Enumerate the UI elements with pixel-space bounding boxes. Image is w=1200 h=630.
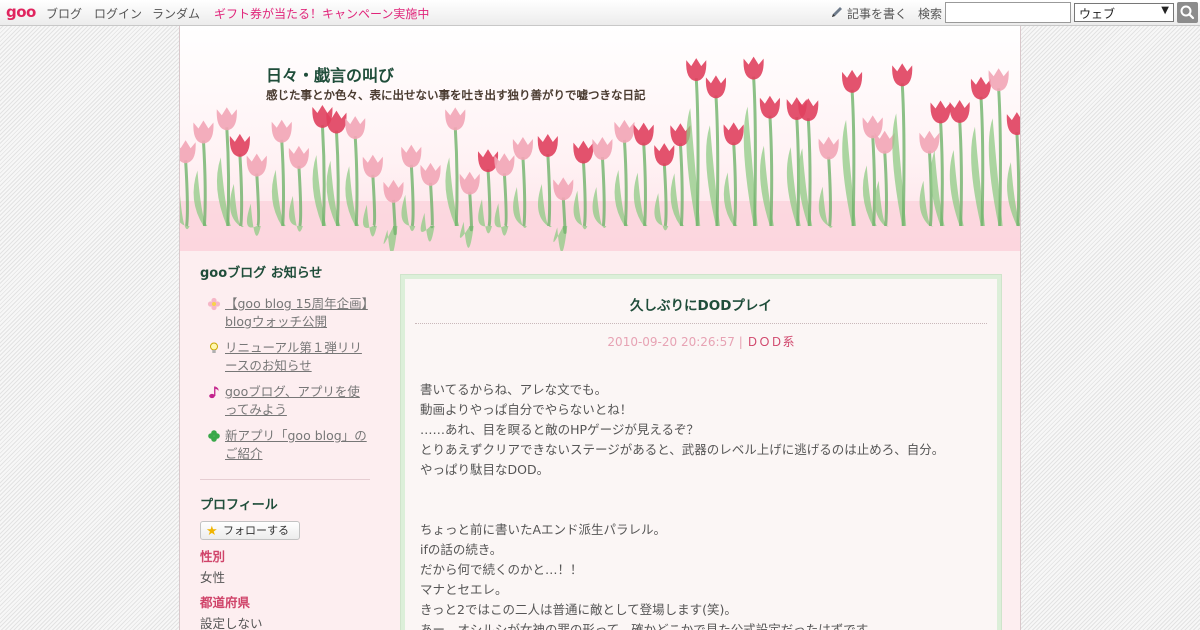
toplink-random[interactable]: ランダム (152, 5, 200, 22)
lightbulb-icon (210, 342, 218, 353)
post-title[interactable]: 久しぶりにDODプレイ (405, 294, 997, 314)
profile-gender-value: 女性 (200, 570, 226, 585)
post-line: きっと2ではこの二人は普通に敵として登場します(笑)。 (420, 602, 737, 617)
post-line: ifの話の続き。 (420, 542, 503, 557)
search-icon (1180, 5, 1195, 20)
follow-button[interactable]: ★ フォローする (200, 521, 300, 540)
post-category-link[interactable]: ＤＯＤ系 (747, 335, 795, 349)
profile-heading: プロフィール (200, 498, 278, 513)
search-scope-value: ウェブ (1079, 7, 1116, 21)
blog-description: 感じた事とか色々、表に出せない事を吐き出す独り善がりで嘘つきな日記 (266, 88, 646, 102)
divider (415, 323, 987, 324)
meta-separator: | (734, 335, 747, 349)
list-item: 新アプリ「goo blog」のご紹介 (200, 427, 372, 463)
post-meta: 2010-09-20 20:26:57 | ＤＯＤ系 (405, 333, 997, 350)
blog-page: 日々・戯言の叫び 感じた事とか色々、表に出せない事を吐き出す独り善がりで嘘つきな… (179, 26, 1021, 630)
tulip-decoration (686, 58, 707, 227)
sidebar: gooブログ お知らせ 【goo blog 15周年企画】blogウォッチ公開 … (200, 262, 372, 630)
campaign-link[interactable]: ギフト券が当たる！キャンペーン実施中 (214, 5, 429, 22)
post-line: マナとセエレ。 (420, 582, 508, 597)
search-scope-select[interactable]: ウェブ ▼ (1074, 3, 1174, 22)
profile-gender-label: 性別 (200, 549, 226, 564)
profile-prefecture-label: 都道府県 (200, 595, 251, 610)
notice-heading: gooブログ お知らせ (200, 266, 323, 281)
flower-icon (207, 297, 221, 311)
search-button[interactable] (1177, 2, 1198, 23)
post-line: やっぱり駄目なDOD。 (420, 462, 550, 477)
list-item: 【goo blog 15周年企画】blogウォッチ公開 (200, 295, 372, 331)
notice-link[interactable]: gooブログ、アプリを使ってみよう (225, 384, 360, 417)
divider (200, 479, 370, 480)
tulip-header-image (180, 56, 1020, 251)
goo-logo[interactable]: goo (6, 3, 36, 21)
post-line: あー、オシルシが女神の罪の形って、確かどこかで見た公式設定だったはずです。 (420, 622, 880, 630)
notice-link[interactable]: リニューアル第１弾リリースのお知らせ (225, 340, 362, 373)
notice-list: 【goo blog 15周年企画】blogウォッチ公開 リニューアル第１弾リリー… (200, 295, 372, 463)
pencil-icon[interactable] (830, 5, 844, 19)
follow-label: フォローする (223, 524, 289, 537)
blog-post: 久しぶりにDODプレイ 2010-09-20 20:26:57 | ＤＯＤ系 書… (400, 274, 1002, 630)
post-line: 動画よりやっぱ自分でやらないとね！ (420, 402, 633, 417)
toplink-login[interactable]: ログイン (94, 5, 142, 22)
post-line: ……あれ、目を瞑ると敵のHPゲージが見えるぞ？ (420, 422, 699, 437)
notice-link[interactable]: 【goo blog 15周年企画】blogウォッチ公開 (225, 296, 368, 329)
tulip-decoration (743, 56, 764, 227)
music-note-icon (209, 386, 219, 399)
search-label: 検索 (918, 7, 943, 21)
post-datetime: 2010-09-20 20:26:57 (607, 335, 735, 349)
post-line: とりあえずクリアできないステージがあると、武器のレベル上げに逃げるのは止めろ、自… (420, 442, 945, 457)
blog-header: 日々・戯言の叫び 感じた事とか色々、表に出せない事を吐き出す独り善がりで嘘つきな… (180, 26, 1020, 251)
list-item: リニューアル第１弾リリースのお知らせ (200, 339, 372, 375)
list-item: gooブログ、アプリを使ってみよう (200, 383, 372, 419)
clover-icon (208, 430, 220, 442)
post-line: ちょっと前に書いたAエンド派生パラレル。 (420, 522, 667, 537)
chevron-down-icon: ▼ (1161, 5, 1169, 16)
star-icon: ★ (206, 524, 218, 539)
write-article-link[interactable]: 記事を書く (847, 5, 907, 22)
post-body: 書いてるからね、アレな文でも。 動画よりやっぱ自分でやらないとね！ ……あれ、目… (420, 380, 990, 630)
post-line: だから何で続くのかと…！！ (420, 562, 583, 577)
toplink-blog[interactable]: ブログ (46, 5, 82, 22)
top-toolbar: goo ブログ ログイン ランダム ギフト券が当たる！キャンペーン実施中 記事を… (0, 0, 1200, 26)
profile-prefecture-value: 設定しない (200, 616, 263, 630)
post-line: 書いてるからね、アレな文でも。 (420, 382, 608, 397)
search-input[interactable] (945, 2, 1071, 23)
notice-link[interactable]: 新アプリ「goo blog」のご紹介 (225, 428, 367, 461)
blog-title[interactable]: 日々・戯言の叫び (266, 62, 394, 86)
